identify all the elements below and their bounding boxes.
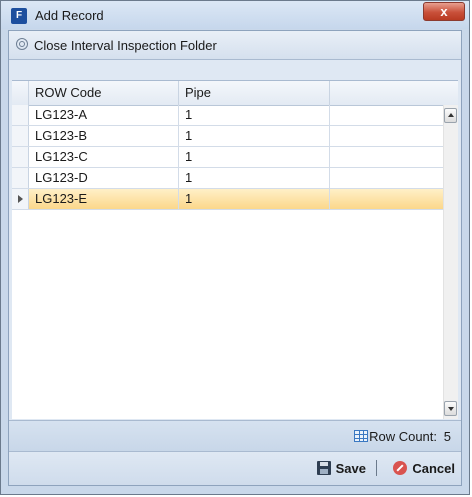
vertical-scrollbar[interactable] bbox=[443, 105, 458, 419]
scroll-up-button[interactable] bbox=[444, 108, 457, 123]
cell-empty bbox=[330, 105, 444, 125]
cell-empty bbox=[330, 147, 444, 167]
grid-header: ROW Code Pipe bbox=[12, 81, 458, 106]
arrow-down-icon bbox=[448, 407, 454, 411]
cell-row-code[interactable]: LG123-C bbox=[29, 147, 179, 167]
table-row[interactable]: LG123-A 1 bbox=[12, 105, 444, 126]
cell-pipe[interactable]: 1 bbox=[179, 147, 330, 167]
column-header-empty bbox=[330, 81, 458, 105]
no-entry-icon bbox=[393, 461, 408, 475]
row-indicator[interactable] bbox=[12, 189, 29, 209]
title-bar[interactable]: F Add Record x bbox=[1, 1, 469, 29]
cell-pipe[interactable]: 1 bbox=[179, 168, 330, 188]
cell-pipe[interactable]: 1 bbox=[179, 126, 330, 146]
table-row[interactable]: LG123-B 1 bbox=[12, 126, 444, 147]
cell-row-code[interactable]: LG123-E bbox=[29, 189, 179, 209]
row-count-bar: Row Count: 5 bbox=[9, 420, 461, 453]
column-header-row-code[interactable]: ROW Code bbox=[29, 81, 179, 105]
close-button[interactable]: x bbox=[423, 2, 465, 21]
row-indicator[interactable] bbox=[12, 105, 29, 125]
cell-pipe[interactable]: 1 bbox=[179, 189, 330, 209]
triangle-right-icon bbox=[18, 195, 23, 203]
cell-pipe[interactable]: 1 bbox=[179, 105, 330, 125]
arrow-up-icon bbox=[448, 113, 454, 117]
row-indicator[interactable] bbox=[12, 147, 29, 167]
table-row[interactable]: LG123-D 1 bbox=[12, 168, 444, 189]
table-icon bbox=[354, 430, 368, 442]
row-indicator[interactable] bbox=[12, 126, 29, 146]
records-grid: ROW Code Pipe LG123-A 1 LG123-B 1 LG123-… bbox=[12, 80, 458, 419]
cell-empty bbox=[330, 189, 444, 209]
save-button[interactable]: Save bbox=[316, 458, 366, 478]
row-count-value: 5 bbox=[443, 429, 451, 444]
cell-empty bbox=[330, 168, 444, 188]
group-header[interactable]: Close Interval Inspection Folder bbox=[9, 31, 461, 60]
column-header-pipe[interactable]: Pipe bbox=[179, 81, 330, 105]
button-separator bbox=[376, 460, 377, 476]
collapse-icon[interactable] bbox=[16, 38, 28, 50]
dialog-footer: Save Cancel bbox=[9, 451, 461, 485]
cell-row-code[interactable]: LG123-A bbox=[29, 105, 179, 125]
row-count-label: Row Count: bbox=[369, 429, 437, 444]
floppy-disk-icon bbox=[316, 461, 331, 475]
table-row-selected[interactable]: LG123-E 1 bbox=[12, 189, 444, 210]
cell-empty bbox=[330, 126, 444, 146]
dialog-content: Close Interval Inspection Folder ROW Cod… bbox=[8, 30, 462, 486]
group-title: Close Interval Inspection Folder bbox=[34, 38, 217, 53]
window-title: Add Record bbox=[35, 8, 104, 23]
app-icon: F bbox=[11, 8, 27, 24]
cell-row-code[interactable]: LG123-D bbox=[29, 168, 179, 188]
cell-row-code[interactable]: LG123-B bbox=[29, 126, 179, 146]
row-indicator-header bbox=[12, 81, 29, 105]
save-label: Save bbox=[335, 460, 366, 476]
cancel-label: Cancel bbox=[412, 460, 455, 476]
add-record-window: F Add Record x Close Interval Inspection… bbox=[0, 0, 470, 495]
table-row[interactable]: LG123-C 1 bbox=[12, 147, 444, 168]
scroll-down-button[interactable] bbox=[444, 401, 457, 416]
row-indicator[interactable] bbox=[12, 168, 29, 188]
cancel-button[interactable]: Cancel bbox=[393, 458, 455, 478]
